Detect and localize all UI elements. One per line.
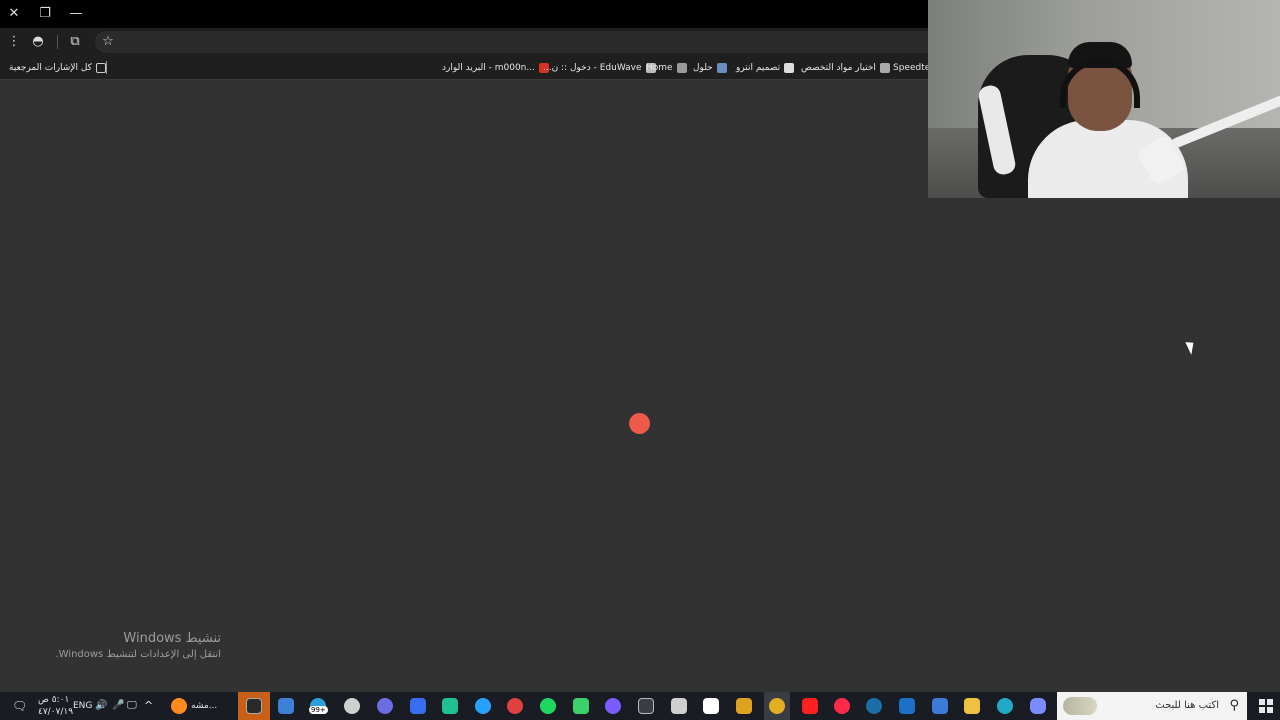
extensions-icon[interactable]: ⧉	[64, 31, 86, 53]
outlook-icon[interactable]	[899, 698, 915, 714]
search-highlight-image	[1063, 697, 1097, 715]
edge-icon[interactable]	[997, 698, 1013, 714]
excel-icon[interactable]	[638, 698, 654, 714]
minimize-icon[interactable]: —	[66, 4, 86, 24]
intro-design-icon	[784, 63, 795, 73]
taskbar-search-box[interactable]: اكتب هنا للبحث ⚲	[1057, 692, 1247, 720]
toolbar-divider	[57, 35, 58, 49]
play-app-icon[interactable]	[573, 698, 589, 714]
spotify-icon[interactable]	[540, 698, 556, 714]
bookmark-gmail[interactable]: ...m000n - البريد الوارد	[442, 60, 549, 76]
bookmark-label: EduWave - دخول :: ن...	[543, 63, 642, 73]
telegram-badge: 99+	[309, 706, 328, 714]
browser-toolbar: ⋮ ◓ ⧉ ☆	[0, 28, 928, 55]
bookmark-label: ...m000n - البريد الوارد	[442, 63, 535, 73]
speed-meter-icon[interactable]	[344, 698, 360, 714]
affinity-icon[interactable]	[703, 698, 719, 714]
network-icon[interactable]: 🖵	[127, 700, 137, 711]
close-icon[interactable]: ✕	[4, 4, 24, 24]
file-explorer-icon[interactable]	[964, 698, 980, 714]
loading-indicator	[629, 413, 650, 434]
discord-icon[interactable]	[605, 698, 621, 714]
speaker-icon[interactable]: 🔊	[95, 700, 107, 711]
incognito-icon[interactable]: ◓	[27, 31, 49, 53]
solutions-icon	[716, 63, 727, 73]
bookmarks-divider	[106, 61, 107, 74]
windows-taskbar: 🗨 ٥:٠١ ص ٤٧/٠٧/١٩ ENG 🔊 🎤 🖵 ^ مشه... 99+	[0, 692, 1280, 720]
screen: ✕ ❐ — ⋮ ◓ ⧉ ☆ كل الإشارات المرجعية ...m0…	[0, 0, 1280, 720]
store-icon[interactable]	[932, 698, 948, 714]
shield-app-icon[interactable]	[442, 698, 458, 714]
clock-date[interactable]: ٤٧/٠٧/١٩	[38, 707, 73, 717]
bookmark-label: تصميم انترو	[736, 63, 781, 73]
taskbar-window-label[interactable]: مشه...	[191, 701, 217, 711]
messenger-icon[interactable]	[475, 698, 491, 714]
bookmark-course-selection[interactable]: اختيار مواد التخصص	[801, 60, 890, 76]
firefox-icon[interactable]	[171, 698, 187, 714]
mail-app-icon[interactable]	[736, 698, 752, 714]
bookmark-eduwave[interactable]: EduWave - دخول :: ن...	[543, 60, 656, 76]
youtube-music-icon[interactable]	[834, 698, 850, 714]
voice-app-icon[interactable]	[377, 698, 393, 714]
all-bookmarks-label: كل الإشارات المرجعية	[9, 63, 92, 73]
copilot-icon[interactable]	[1030, 698, 1046, 714]
search-placeholder: اكتب هنا للبحث	[1155, 700, 1219, 711]
notepad-icon[interactable]	[278, 698, 294, 714]
mouse-cursor-icon	[1185, 339, 1198, 355]
youtube-icon[interactable]	[802, 698, 818, 714]
all-bookmarks-button[interactable]: كل الإشارات المرجعية	[9, 60, 106, 76]
folder-icon	[95, 63, 106, 73]
bookmark-solutions[interactable]: حلول	[693, 60, 727, 76]
microphone-icon[interactable]: 🎤	[112, 700, 124, 711]
restore-icon[interactable]: ❐	[35, 4, 55, 24]
bookmark-star-icon[interactable]: ☆	[97, 31, 119, 53]
language-indicator[interactable]: ENG	[73, 701, 92, 711]
activation-title: تنشيط Windows	[123, 631, 221, 646]
search-icon: ⚲	[1229, 698, 1239, 713]
activation-subtitle: انتقل إلى الإعدادات لتنشيط Windows.	[55, 649, 221, 660]
webcam-overlay	[928, 0, 1280, 198]
clock-app-icon[interactable]	[507, 698, 523, 714]
windows-start-icon[interactable]	[1259, 699, 1273, 713]
chrome-icon[interactable]	[769, 698, 785, 714]
bookmarks-bar: كل الإشارات المرجعية ...m000n - البريد ا…	[0, 55, 939, 80]
steam-icon[interactable]	[866, 698, 882, 714]
bookmark-label: Home	[646, 63, 673, 73]
browser-titlebar: ✕ ❐ —	[0, 0, 928, 28]
clock-time[interactable]: ٥:٠١ ص	[38, 695, 69, 705]
bookmark-intro-design[interactable]: تصميم انترو	[736, 60, 795, 76]
home-page-icon	[676, 63, 687, 73]
epic-games-icon[interactable]	[246, 698, 262, 714]
sketchup-icon[interactable]	[410, 698, 426, 714]
bookmark-home[interactable]: Home	[646, 60, 687, 76]
windows-activation-watermark: تنشيط Windows انتقل إلى الإعدادات لتنشيط…	[55, 631, 221, 660]
notification-icon[interactable]: 🗨	[12, 699, 27, 713]
chevron-up-icon[interactable]: ^	[144, 699, 153, 712]
course-selection-icon	[879, 63, 890, 73]
bookmark-label: حلول	[693, 63, 713, 73]
address-bar[interactable]: ☆	[95, 31, 928, 53]
bookmark-label: اختيار مواد التخصص	[801, 63, 876, 73]
menu-icon[interactable]: ⋮	[3, 31, 25, 53]
media-app-icon[interactable]	[671, 698, 687, 714]
